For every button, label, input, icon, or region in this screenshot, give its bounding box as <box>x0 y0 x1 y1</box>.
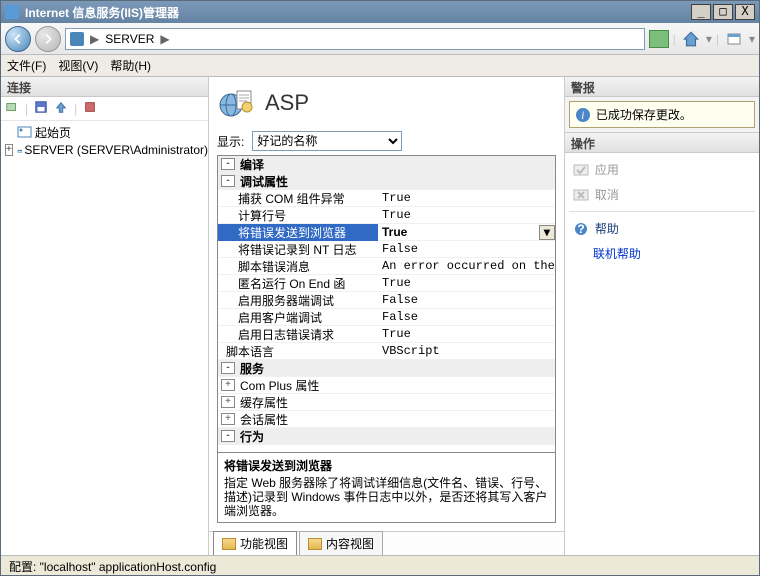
maximize-button[interactable]: □ <box>713 4 733 20</box>
tree-server-node[interactable]: + SERVER (SERVER\Administrator) <box>1 141 208 159</box>
action-apply: 应用 <box>569 159 755 180</box>
start-page-icon <box>17 125 33 139</box>
window-titlebar: Internet 信息服务(IIS)管理器 _ □ X <box>1 1 759 23</box>
expand-icon[interactable]: + <box>221 396 235 408</box>
prop-row[interactable]: 启用服务器端调试False <box>218 292 555 309</box>
status-text: 配置: "localhost" applicationHost.config <box>9 560 216 574</box>
action-cancel: 取消 <box>569 184 755 205</box>
prop-row[interactable]: 启用客户端调试False <box>218 309 555 326</box>
chevron-right-icon: ▶ <box>158 32 171 46</box>
help-icon: ? <box>573 222 589 236</box>
menu-help[interactable]: 帮助(H) <box>110 57 151 74</box>
connections-header: 连接 <box>1 77 208 97</box>
minimize-button[interactable]: _ <box>691 4 711 20</box>
actions-panel: 警报 i 已成功保存更改。 操作 应用 取消 ? <box>565 77 759 555</box>
features-icon <box>222 538 236 550</box>
expand-icon[interactable]: + <box>221 413 235 425</box>
actions-header: 操作 <box>565 133 759 153</box>
asp-icon <box>217 85 253 121</box>
menu-bar: 文件(F) 视图(V) 帮助(H) <box>1 55 759 77</box>
tree-server-label: SERVER (SERVER\Administrator) <box>24 143 208 157</box>
chevron-right-icon: ▶ <box>88 32 101 46</box>
server-icon <box>70 32 84 46</box>
tab-features-view[interactable]: 功能视图 <box>213 531 297 555</box>
desc-title: 将错误发送到浏览器 <box>224 457 549 474</box>
connections-panel: 连接 | | 起始页 + SERVER (SERVER\Administrato… <box>1 77 209 555</box>
connections-toolbar: | | <box>1 97 208 121</box>
close-button[interactable]: X <box>735 4 755 20</box>
display-select[interactable]: 好记的名称 <box>252 131 402 151</box>
cancel-icon <box>573 188 589 202</box>
action-online-help[interactable]: 联机帮助 <box>569 243 755 264</box>
breadcrumb[interactable]: ▶ SERVER ▶ <box>65 28 645 50</box>
desc-body: 指定 Web 服务器除了将调试详细信息(文件名、错误、行号、描述)记录到 Win… <box>224 476 549 518</box>
info-icon: i <box>576 108 590 122</box>
action-help[interactable]: ? 帮助 <box>569 218 755 239</box>
up-icon[interactable] <box>54 100 68 117</box>
expand-icon[interactable]: + <box>221 379 235 391</box>
prop-row[interactable]: 启用日志错误请求True <box>218 326 555 343</box>
forward-button[interactable] <box>35 26 61 52</box>
prop-row[interactable]: 捕获 COM 组件异常True <box>218 190 555 207</box>
cat-session: 会话属性 <box>238 411 555 428</box>
tree-start-page-label: 起始页 <box>35 124 71 141</box>
prop-row[interactable]: 将错误记录到 NT 日志False <box>218 241 555 258</box>
tab-content-view[interactable]: 内容视图 <box>299 531 383 555</box>
cat-debug: 调试属性 <box>238 173 555 190</box>
cat-cache: 缓存属性 <box>238 394 555 411</box>
collapse-icon[interactable]: - <box>221 362 235 374</box>
menu-file[interactable]: 文件(F) <box>7 57 46 74</box>
server-icon <box>17 143 23 157</box>
collapse-icon[interactable]: - <box>221 175 235 187</box>
svg-text:?: ? <box>577 222 584 236</box>
save-icon[interactable] <box>34 100 48 117</box>
alerts-header: 警报 <box>565 77 759 97</box>
cat-behavior: 行为 <box>238 428 555 445</box>
cat-services: 服务 <box>238 360 555 377</box>
property-grid[interactable]: -编译 -调试属性 捕获 COM 组件异常True 计算行号True 将错误发送… <box>217 155 556 453</box>
menu-view[interactable]: 视图(V) <box>58 57 98 74</box>
breadcrumb-server[interactable]: SERVER <box>105 32 154 46</box>
window-title: Internet 信息服务(IIS)管理器 <box>25 4 689 21</box>
tools-button[interactable] <box>723 28 745 50</box>
prop-row[interactable]: 匿名运行 On End 函True <box>218 275 555 292</box>
connections-tree: 起始页 + SERVER (SERVER\Administrator) <box>1 121 208 555</box>
prop-row[interactable]: 脚本语言VBScript <box>218 343 555 360</box>
content-icon <box>308 538 322 550</box>
feature-panel: ASP 显示: 好记的名称 -编译 -调试属性 捕获 COM 组件异常True … <box>209 77 565 555</box>
nav-toolbar: ▶ SERVER ▶ | ▾ | ▾ <box>1 23 759 55</box>
home-button[interactable] <box>680 28 702 50</box>
stop-icon[interactable] <box>83 100 97 117</box>
apply-icon <box>573 163 589 177</box>
prop-row-selected[interactable]: 将错误发送到浏览器True▾ <box>218 224 555 241</box>
dropdown-icon[interactable]: ▾ <box>539 225 555 240</box>
status-bar: 配置: "localhost" applicationHost.config <box>1 555 759 575</box>
back-button[interactable] <box>5 26 31 52</box>
prop-row[interactable]: 脚本错误消息An error occurred on the <box>218 258 555 275</box>
refresh-button[interactable] <box>649 30 669 48</box>
property-description: 将错误发送到浏览器 指定 Web 服务器除了将调试详细信息(文件名、错误、行号、… <box>217 453 556 523</box>
tree-start-page[interactable]: 起始页 <box>1 123 208 141</box>
cat-complus: Com Plus 属性 <box>238 377 555 394</box>
view-tabs: 功能视图 内容视图 <box>209 531 564 555</box>
app-icon <box>5 5 19 19</box>
cat-compile: 编译 <box>238 156 555 173</box>
feature-title: ASP <box>265 90 309 116</box>
connect-icon[interactable] <box>5 100 19 117</box>
collapse-icon[interactable]: - <box>221 158 235 170</box>
display-label: 显示: <box>217 133 244 150</box>
collapse-icon[interactable]: - <box>221 430 235 442</box>
alert-message: i 已成功保存更改。 <box>569 101 755 128</box>
prop-row[interactable]: 计算行号True <box>218 207 555 224</box>
expand-icon[interactable]: + <box>5 144 13 156</box>
